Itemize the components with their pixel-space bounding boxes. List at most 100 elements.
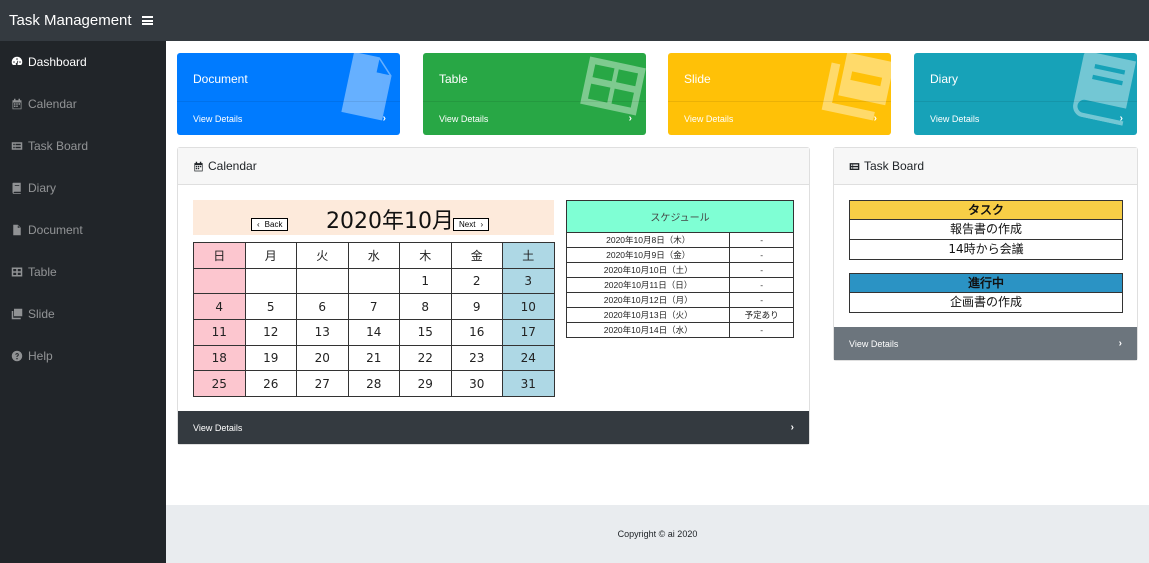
day-cell[interactable]: 25 xyxy=(193,370,246,398)
day-cell[interactable]: 19 xyxy=(244,344,297,372)
day-cell[interactable]: 29 xyxy=(399,370,452,398)
schedule-value: - xyxy=(729,292,794,308)
schedule-row: 2020年10月8日（木） - xyxy=(565,232,794,248)
week-row: 18 19 20 21 22 23 24 xyxy=(193,344,555,372)
tile-title: Diary xyxy=(930,72,959,86)
chevron-right-icon: › xyxy=(480,220,484,229)
day-cell[interactable]: 9 xyxy=(450,293,503,321)
top-navbar: Task Management xyxy=(0,0,1149,41)
schedule-value: - xyxy=(729,247,794,263)
day-cell[interactable]: 24 xyxy=(502,344,555,372)
footer-link-label: View Details xyxy=(193,422,243,433)
task-group-todo: タスク 報告書の作成 14時から会議 xyxy=(849,200,1123,260)
app-title[interactable]: Task Management xyxy=(9,12,132,29)
day-cell[interactable]: 13 xyxy=(296,319,349,346)
day-cell[interactable]: 23 xyxy=(450,344,503,372)
day-cell[interactable]: 8 xyxy=(399,293,452,321)
day-cell[interactable]: 21 xyxy=(347,344,400,372)
day-cell[interactable]: 20 xyxy=(296,344,349,372)
weekday-cell: 日 xyxy=(193,242,246,269)
next-button[interactable]: Next › xyxy=(453,218,490,231)
day-cell[interactable]: 22 xyxy=(399,344,452,372)
calendar-view-details-link[interactable]: View Details › xyxy=(178,411,809,444)
task-item[interactable]: 企画書の作成 xyxy=(849,293,1123,313)
tile-link-label: View Details xyxy=(684,113,734,124)
next-label: Next xyxy=(459,220,476,229)
diary-view-details-link[interactable]: View Details › xyxy=(914,101,1137,135)
panel-title: Task Board xyxy=(864,159,925,173)
help-icon xyxy=(10,350,23,362)
sidebar-item-help[interactable]: Help xyxy=(0,335,166,377)
day-cell[interactable]: 7 xyxy=(347,293,400,321)
footer-link-label: View Details xyxy=(849,338,899,349)
task-item[interactable]: 14時から会議 xyxy=(849,240,1123,260)
calendar-grid: 日 月 火 水 木 金 土 1 2 3 4 5 6 7 8 9 10 11 12… xyxy=(193,242,555,398)
table-view-details-link[interactable]: View Details › xyxy=(423,101,646,135)
schedule-row: 2020年10月10日（土） - xyxy=(565,262,794,278)
schedule-row: 2020年10月11日（日） - xyxy=(565,277,794,293)
slides-icon xyxy=(10,308,23,320)
day-cell[interactable]: 10 xyxy=(502,293,555,321)
diary-tile: Diary View Details › xyxy=(914,53,1137,135)
week-row: 11 12 13 14 15 16 17 xyxy=(193,319,555,346)
day-cell[interactable]: 2 xyxy=(450,267,503,295)
table-tile: Table View Details › xyxy=(423,53,646,135)
document-view-details-link[interactable]: View Details › xyxy=(177,101,400,135)
day-cell[interactable]: 16 xyxy=(450,319,503,346)
task-item[interactable]: 報告書の作成 xyxy=(849,220,1123,240)
day-cell[interactable]: 27 xyxy=(296,370,349,398)
schedule-row: 2020年10月13日（火） 予定あり xyxy=(565,307,794,323)
copyright-text: Copyright © ai 2020 xyxy=(617,529,698,539)
day-cell[interactable] xyxy=(296,267,349,295)
weekday-cell: 水 xyxy=(347,242,400,269)
sidebar-item-calendar[interactable]: Calendar xyxy=(0,83,166,125)
sidebar-item-diary[interactable]: Diary xyxy=(0,167,166,209)
calendar-icon xyxy=(194,161,203,171)
sidebar-item-label: Document xyxy=(28,223,83,237)
back-button[interactable]: ‹ Back xyxy=(251,218,289,231)
day-cell[interactable]: 11 xyxy=(193,319,246,346)
sidebar-item-dashboard[interactable]: Dashboard xyxy=(0,41,166,83)
tile-title: Slide xyxy=(684,72,711,86)
day-cell[interactable] xyxy=(244,267,297,295)
day-cell[interactable]: 5 xyxy=(244,293,297,321)
day-cell[interactable]: 6 xyxy=(296,293,349,321)
chevron-right-icon: › xyxy=(382,113,386,124)
day-cell[interactable]: 1 xyxy=(399,267,452,295)
sidebar-item-label: Table xyxy=(28,265,57,279)
day-cell[interactable]: 3 xyxy=(502,267,555,295)
file-icon xyxy=(10,224,23,236)
sidebar-item-label: Help xyxy=(28,349,53,363)
schedule-value: - xyxy=(729,262,794,278)
day-cell[interactable]: 14 xyxy=(347,319,400,346)
chevron-right-icon: › xyxy=(1118,338,1122,349)
day-cell[interactable]: 26 xyxy=(244,370,297,398)
panel-title: Calendar xyxy=(208,159,257,173)
sidebar-item-document[interactable]: Document xyxy=(0,209,166,251)
taskboard-view-details-link[interactable]: View Details › xyxy=(834,327,1137,360)
weekday-cell: 金 xyxy=(450,242,503,269)
sidebar-item-table[interactable]: Table xyxy=(0,251,166,293)
day-cell[interactable]: 28 xyxy=(347,370,400,398)
day-cell[interactable]: 4 xyxy=(193,293,246,321)
day-cell[interactable]: 15 xyxy=(399,319,452,346)
day-cell[interactable] xyxy=(347,267,400,295)
sidebar-item-label: Dashboard xyxy=(28,55,87,69)
task-group-in-progress: 進行中 企画書の作成 xyxy=(849,273,1123,313)
tile-link-label: View Details xyxy=(439,113,489,124)
day-cell[interactable]: 17 xyxy=(502,319,555,346)
calendar-month-header: ‹ Back 2020年10月 Next › xyxy=(193,200,554,235)
day-cell[interactable] xyxy=(193,267,246,295)
tile-title: Table xyxy=(439,72,468,86)
menu-toggle-icon[interactable] xyxy=(141,16,153,25)
sidebar-item-slide[interactable]: Slide xyxy=(0,293,166,335)
back-label: Back xyxy=(264,220,283,229)
day-cell[interactable]: 30 xyxy=(450,370,503,398)
slide-view-details-link[interactable]: View Details › xyxy=(668,101,891,135)
day-cell[interactable]: 31 xyxy=(502,370,555,398)
day-cell[interactable]: 12 xyxy=(244,319,297,346)
tile-title: Document xyxy=(193,72,248,86)
sidebar-item-task-board[interactable]: Task Board xyxy=(0,125,166,167)
chevron-right-icon: › xyxy=(628,113,632,124)
day-cell[interactable]: 18 xyxy=(193,344,246,372)
